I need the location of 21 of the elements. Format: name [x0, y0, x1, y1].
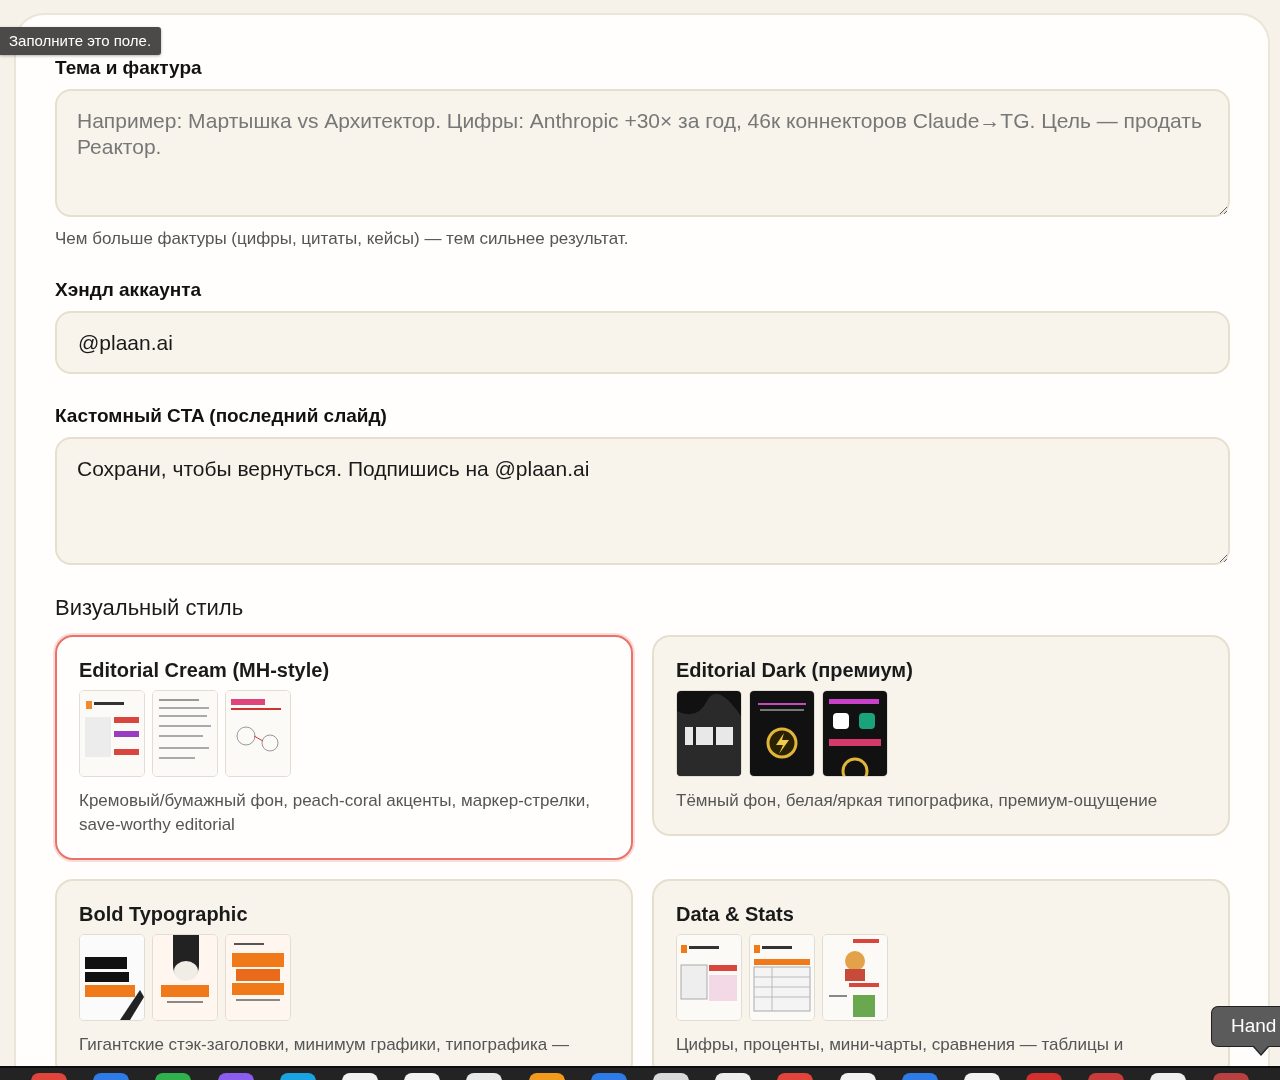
style-card-description: Цифры, проценты, мини-чарты, сравнения — таблицы и — [676, 1034, 1125, 1056]
input-field[interactable]: Например: Мартышка vs Архитектор. Цифры: Anthropic +30× за год, 46к коннекторов Claude→TG. Цель — продать Реактор. — [55, 89, 1230, 217]
field-label: Хэндл аккаунта — [55, 278, 203, 302]
style-card-description: Тёмный фон, белая/яркая типографика, премиум-ощущение — [676, 790, 1159, 812]
style-card-description: Кремовый/бумажный фон, peach-coral акценты, маркер-стрелки, save-worthy editorial — [79, 790, 591, 836]
style-card-title: Data & Stats — [676, 902, 795, 927]
input-field[interactable]: @plaan.ai — [55, 311, 1230, 374]
style-card-description: Гигантские стэк-заголовки, минимум графики, типографика — — [79, 1034, 570, 1056]
validation-tooltip: Заполните это поле. — [0, 27, 162, 55]
style-card-title: Bold Typographic — [79, 902, 249, 927]
style-card[interactable]: Editorial Cream (MH-style) Кремовый/бумажный фон, peach-coral акценты, маркер-стрелки, save-worthy editorial — [55, 635, 633, 860]
field-label: Тема и фактура — [55, 56, 203, 80]
field-label: Кастомный CTA (последний слайд) — [55, 404, 388, 428]
style-card[interactable]: Bold Typographic Гигантские стэк-заголовки, минимум графики, типографика — — [55, 879, 633, 1066]
style-card[interactable]: Editorial Dark (премиум) Тёмный фон, белая/яркая типографика, премиум-ощущение — [652, 635, 1230, 836]
style-card-title: Editorial Cream (MH-style) — [79, 658, 331, 683]
field-hint: Чем больше фактуры (цифры, цитаты, кейсы) — тем сильнее результат. — [55, 229, 630, 249]
style-card-title: Editorial Dark (премиум) — [676, 658, 914, 683]
style-card[interactable]: Data & Stats Цифры, проценты, мини-чарты, сравнения — таблицы и — [652, 879, 1230, 1066]
section-heading: Визуальный стиль — [55, 595, 245, 621]
input-field[interactable]: Сохрани, чтобы вернуться. Подпишись на @plaan.ai — [55, 437, 1230, 565]
